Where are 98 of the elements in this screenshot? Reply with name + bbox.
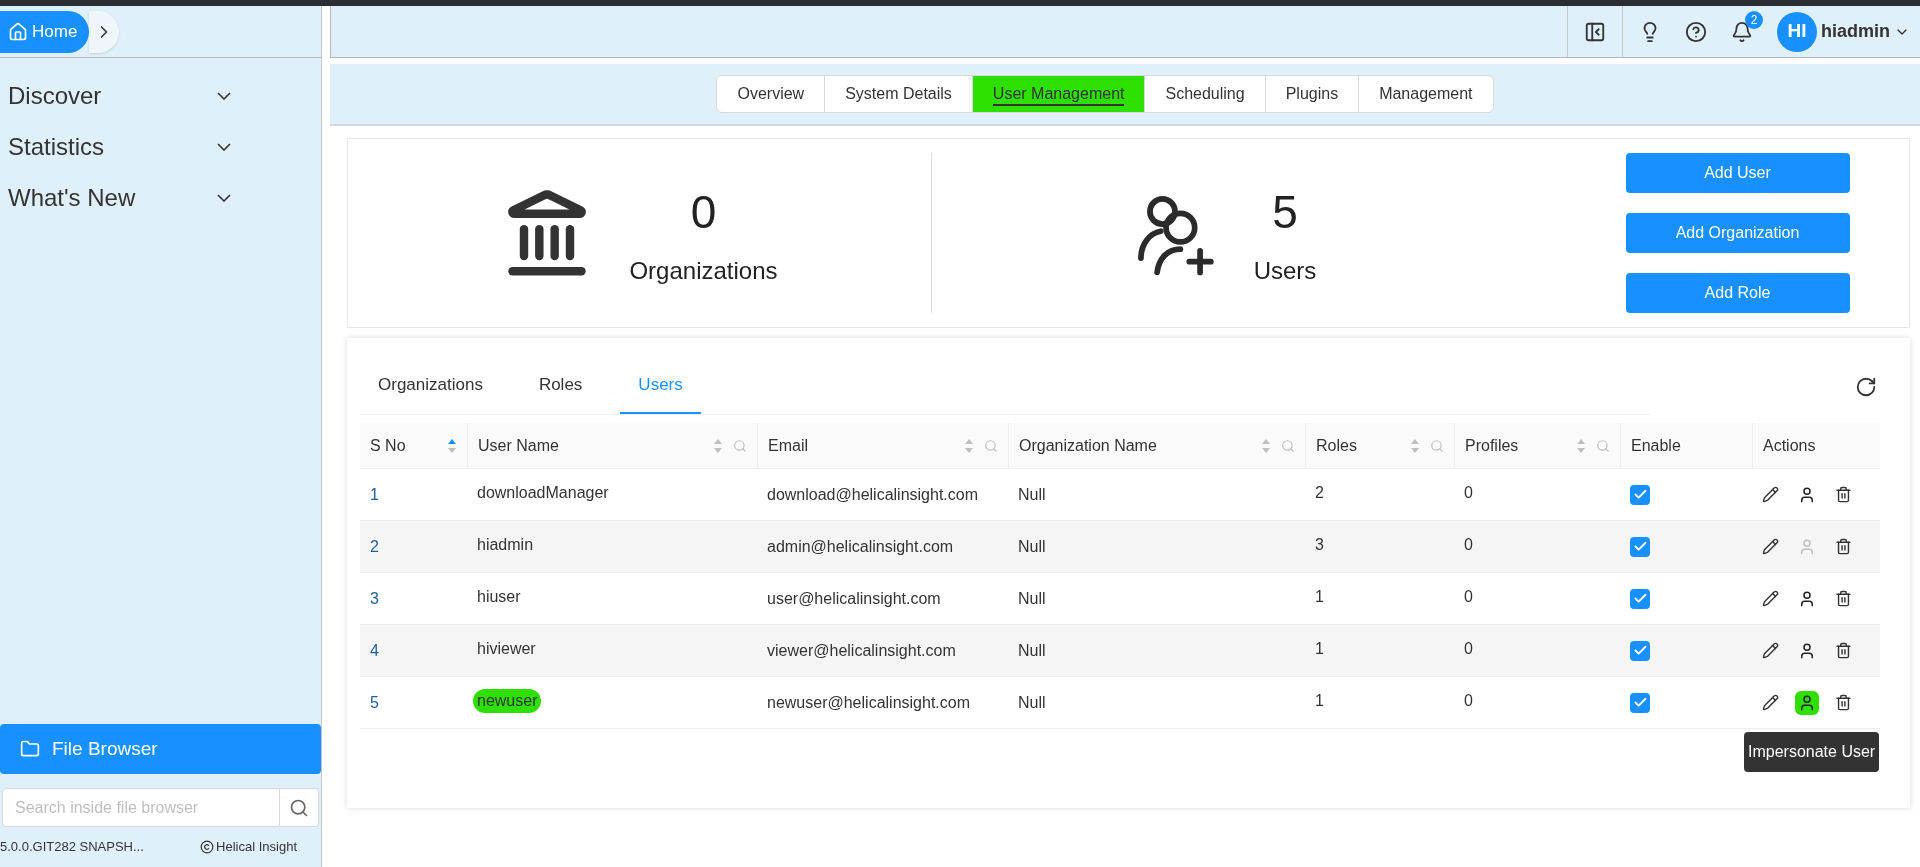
nav-tab[interactable]: Scheduling (1144, 76, 1265, 112)
sub-tab[interactable]: Organizations (360, 358, 501, 414)
table-cell-text: viewer@helicalinsight.com (767, 640, 956, 661)
column-header: User Name (478, 435, 559, 456)
table-cell-text: user@helicalinsight.com (767, 588, 941, 609)
delete-icon[interactable] (1835, 486, 1852, 503)
delete-icon[interactable] (1835, 538, 1852, 555)
enable-checkbox[interactable] (1630, 536, 1650, 557)
checkmark-icon (1632, 487, 1648, 502)
nav-tab[interactable]: Management (1358, 76, 1493, 112)
nav-tab[interactable]: Plugins (1264, 76, 1359, 112)
table-cell-text: 4 (370, 640, 379, 661)
version-text: 5.0.0.GIT282 SNAPSH... (0, 838, 144, 857)
table-cell-text: hiuser (477, 586, 521, 607)
person-icon (1798, 485, 1816, 504)
sub-tab[interactable]: Roles (520, 358, 601, 414)
user-name[interactable]: hiadmin (1821, 18, 1890, 45)
delete-icon[interactable] (1835, 642, 1852, 659)
file-search-field[interactable]: Search inside file browser (2, 788, 280, 827)
column-header: S No (370, 435, 406, 456)
table-cell-text: 0 (1464, 534, 1473, 555)
sort-icon[interactable] (447, 437, 457, 454)
table-cell-text: downloadManager (477, 482, 609, 503)
stat-count: 5 (1272, 184, 1298, 240)
table-cell-text: Null (1018, 692, 1046, 713)
column-header: Email (768, 435, 808, 456)
table-cell-text: 2 (1315, 482, 1324, 503)
enable-checkbox[interactable] (1630, 692, 1650, 713)
table-cell-text: 1 (370, 484, 379, 505)
table-cell-text: Null (1018, 536, 1046, 557)
table-cell-text: 1 (1315, 586, 1324, 607)
checkmark-icon (1632, 695, 1648, 710)
table-cell-text: 1 (1315, 638, 1324, 659)
table-cell-text: hiadmin (477, 534, 534, 555)
sidebar-menu-item[interactable]: Statistics (0, 121, 321, 172)
table-cell-text: 3 (370, 588, 379, 609)
person-icon (1798, 537, 1816, 556)
stat-label: Users (1253, 255, 1317, 286)
table-cell-text: 0 (1464, 690, 1473, 711)
edit-icon[interactable] (1762, 642, 1779, 659)
delete-icon[interactable] (1835, 590, 1852, 607)
column-header: Actions (1763, 435, 1816, 456)
column-header: Organization Name (1019, 435, 1157, 456)
nav-tab[interactable]: System Details (824, 76, 972, 112)
chevron-down-icon (217, 193, 231, 202)
search-icon (289, 797, 309, 818)
table-cell: newuser (473, 688, 542, 713)
help-icon[interactable] (1685, 20, 1707, 43)
home-icon (8, 21, 28, 42)
table-cell-text: newuser@helicalinsight.com (767, 692, 970, 713)
enable-checkbox[interactable] (1630, 484, 1650, 505)
table-cell-text: 1 (1315, 690, 1324, 711)
copyright-text: Helical Insight (216, 838, 297, 857)
chevron-down-icon (217, 142, 231, 151)
table-cell-text: hiviewer (477, 638, 536, 659)
edit-icon[interactable] (1762, 486, 1779, 503)
column-header: Enable (1631, 435, 1681, 456)
table-cell-text: Null (1018, 588, 1046, 609)
panel-toggle-icon[interactable] (1584, 20, 1606, 43)
edit-icon[interactable] (1762, 590, 1779, 607)
enable-checkbox[interactable] (1630, 588, 1650, 609)
enable-checkbox[interactable] (1630, 640, 1650, 661)
table-cell-text: 0 (1464, 482, 1473, 503)
sidebar-menu-item[interactable]: Discover (0, 70, 321, 121)
table-cell-text: 0 (1464, 586, 1473, 607)
person-icon (1798, 693, 1816, 712)
refresh-icon[interactable] (1855, 375, 1877, 398)
checkmark-icon (1632, 643, 1648, 658)
notification-badge: 2 (1745, 10, 1763, 29)
column-header: Profiles (1465, 435, 1519, 456)
table-cell-text: 5 (370, 692, 379, 713)
table-cell-text: 0 (1464, 638, 1473, 659)
notification-icon[interactable] (1731, 20, 1753, 43)
table-cell-text: 2 (370, 536, 379, 557)
checkmark-icon (1632, 539, 1648, 554)
folder-icon (20, 739, 40, 759)
table-cell-text: 3 (1315, 534, 1324, 555)
person-icon (1798, 641, 1816, 660)
impersonate-button[interactable] (1795, 690, 1819, 715)
sidebar-menu-item[interactable]: What's New (0, 172, 321, 223)
stat-label: Organizations (629, 255, 778, 286)
search-button[interactable] (280, 788, 319, 827)
tooltip: Impersonate User (1744, 732, 1880, 772)
checkmark-icon (1632, 591, 1648, 606)
edit-icon[interactable] (1762, 694, 1779, 711)
column-header: Roles (1316, 435, 1357, 456)
person-icon (1798, 589, 1816, 608)
stat-count: 0 (690, 184, 717, 240)
table-cell-text: Null (1018, 640, 1046, 661)
table-cell-text: download@helicalinsight.com (767, 484, 979, 505)
nav-tab[interactable]: User Management (971, 76, 1145, 112)
delete-icon[interactable] (1835, 694, 1852, 711)
table-cell-text: admin@helicalinsight.com (767, 536, 954, 557)
table-cell-text: Null (1018, 484, 1046, 505)
chevron-down-icon (217, 91, 231, 100)
nav-tab[interactable]: Overview (717, 76, 825, 112)
copyright-icon (200, 840, 215, 854)
edit-icon[interactable] (1762, 538, 1779, 555)
